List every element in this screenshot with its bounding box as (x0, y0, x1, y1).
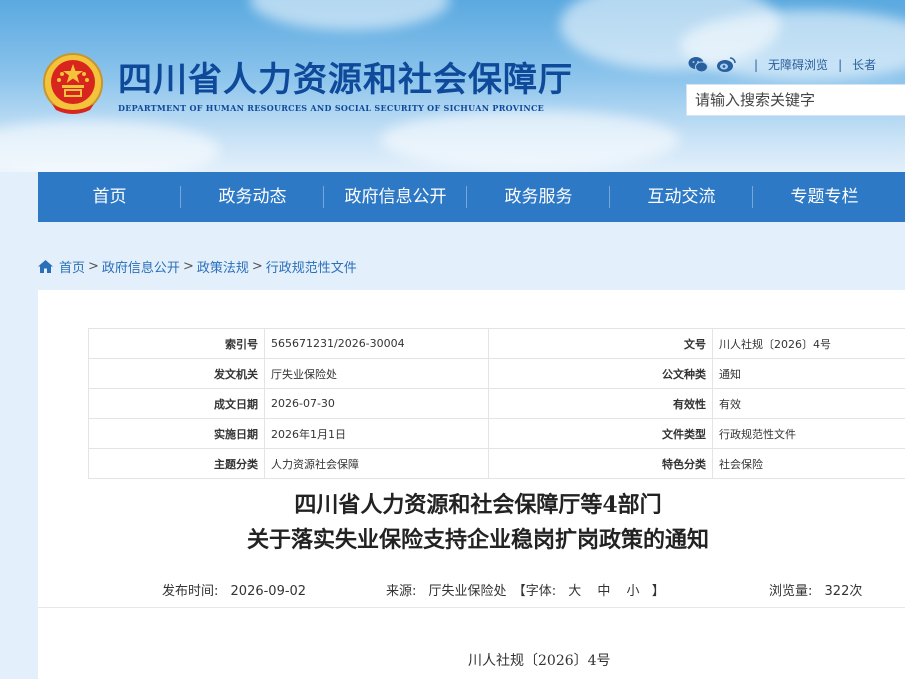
font-medium-button[interactable]: 中 (597, 584, 610, 599)
info-value: 行政规范性文件 (712, 418, 905, 449)
article-title-line1: 四川省人力资源和社会保障厅等4部门 (294, 492, 662, 518)
separator: | (838, 57, 843, 72)
breadcrumb-normative-docs[interactable]: 行政规范性文件 (266, 257, 357, 276)
views-label: 浏览量: (769, 584, 813, 599)
info-value: 人力资源社会保障 (264, 448, 489, 479)
divider (38, 607, 905, 608)
info-label: 主题分类 (88, 448, 265, 479)
breadcrumb-home[interactable]: 首页 (59, 257, 85, 276)
site-subtitle: DEPARTMENT OF HUMAN RESOURCES AND SOCIAL… (118, 103, 545, 113)
elderly-mode-link[interactable]: 长者 (852, 56, 876, 73)
search-box (686, 84, 905, 116)
nav-item-news[interactable]: 政务动态 (181, 172, 324, 222)
wechat-icon[interactable] (688, 56, 708, 73)
source-value: 厅失业保险处 (428, 584, 507, 599)
info-value: 社会保险 (712, 448, 905, 479)
views-count: 322次 (824, 584, 863, 599)
site-header: 四川省人力资源和社会保障厅 DEPARTMENT OF HUMAN RESOUR… (0, 0, 905, 172)
cloud-decoration (250, 0, 450, 30)
publish-info: 发布时间: 2026-09-02 (162, 580, 314, 599)
publish-date: 2026-09-02 (230, 584, 307, 599)
search-input[interactable] (687, 85, 905, 115)
info-label: 发文机关 (88, 358, 265, 389)
info-value: 川人社规〔2026〕4号 (712, 328, 905, 359)
font-size-label: 【字体: (512, 584, 557, 599)
info-label: 实施日期 (88, 418, 265, 449)
document-info-table: 索引号 565671231/2026-30004 文号 川人社规〔2026〕4号… (88, 328, 905, 479)
table-row: 索引号 565671231/2026-30004 文号 川人社规〔2026〕4号 (88, 328, 905, 359)
info-label: 成文日期 (88, 388, 265, 419)
info-value: 有效 (712, 388, 905, 419)
table-row: 成文日期 2026-07-30 有效性 有效 (88, 388, 905, 419)
table-row: 主题分类 人力资源社会保障 特色分类 社会保险 (88, 448, 905, 479)
info-value: 通知 (712, 358, 905, 389)
cloud-decoration (0, 120, 220, 172)
document-number: 川人社规〔2026〕4号 (468, 653, 611, 669)
font-size-close: 】 (651, 584, 665, 599)
nav-item-home[interactable]: 首页 (38, 172, 181, 222)
font-small-button[interactable]: 小 (627, 584, 640, 599)
cloud-decoration (380, 110, 680, 170)
info-label: 索引号 (88, 328, 265, 359)
nav-item-interaction[interactable]: 互动交流 (610, 172, 753, 222)
breadcrumb-separator: > (251, 259, 263, 274)
separator: | (754, 57, 759, 72)
breadcrumb: 首页 > 政府信息公开 > 政策法规 > 行政规范性文件 (38, 257, 357, 276)
article-container: 索引号 565671231/2026-30004 文号 川人社规〔2026〕4号… (38, 290, 905, 679)
table-row: 发文机关 厅失业保险处 公文种类 通知 (88, 358, 905, 389)
weibo-icon[interactable] (716, 56, 736, 73)
info-label: 文号 (488, 328, 713, 359)
national-emblem-icon[interactable] (42, 52, 104, 116)
info-label: 文件类型 (488, 418, 713, 449)
info-label: 特色分类 (488, 448, 713, 479)
nav-item-info-disclosure[interactable]: 政府信息公开 (324, 172, 467, 222)
views-info: 浏览量: 322次 (769, 580, 870, 599)
source-label: 来源: (386, 584, 417, 599)
info-value: 2026年1月1日 (264, 418, 489, 449)
home-icon (38, 260, 53, 273)
main-nav: 首页 政务动态 政府信息公开 政务服务 互动交流 专题专栏 (38, 172, 905, 222)
nav-item-services[interactable]: 政务服务 (467, 172, 610, 222)
source-info: 来源: 厅失业保险处 【字体: 大 中 小 】 (386, 580, 673, 599)
info-value: 厅失业保险处 (264, 358, 489, 389)
breadcrumb-policies[interactable]: 政策法规 (197, 257, 249, 276)
breadcrumb-separator: > (182, 259, 194, 274)
table-row: 实施日期 2026年1月1日 文件类型 行政规范性文件 (88, 418, 905, 449)
info-value: 565671231/2026-30004 (264, 328, 489, 359)
info-value: 2026-07-30 (264, 388, 489, 419)
breadcrumb-info-disclosure[interactable]: 政府信息公开 (102, 257, 180, 276)
info-label: 公文种类 (488, 358, 713, 389)
article-title-line2: 关于落实失业保险支持企业稳岗扩岗政策的通知 (246, 527, 709, 553)
accessibility-link[interactable]: 无障碍浏览 (768, 56, 828, 73)
breadcrumb-separator: > (88, 259, 99, 274)
nav-item-special-topics[interactable]: 专题专栏 (753, 172, 896, 222)
header-utilities: | 无障碍浏览 | 长者 (688, 56, 876, 73)
font-large-button[interactable]: 大 (568, 584, 581, 599)
site-title[interactable]: 四川省人力资源和社会保障厅 (118, 52, 573, 101)
publish-label: 发布时间: (162, 584, 219, 599)
info-label: 有效性 (488, 388, 713, 419)
